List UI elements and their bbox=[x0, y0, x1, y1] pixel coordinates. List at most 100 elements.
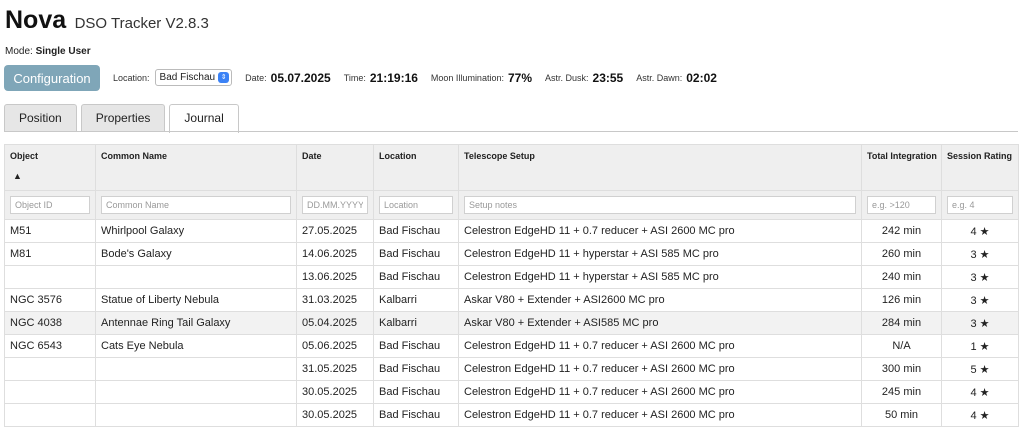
cell-common-name bbox=[95, 380, 297, 404]
cell-object bbox=[4, 380, 96, 404]
cell-object bbox=[4, 357, 96, 381]
cell-date: 30.05.2025 bbox=[296, 403, 374, 427]
app-header: Nova DSO Tracker V2.8.3 bbox=[5, 6, 209, 35]
cell-session-rating: 5 ★ bbox=[941, 357, 1019, 381]
filter-row bbox=[4, 190, 1019, 220]
table-row[interactable]: 13.06.2025 Bad Fischau Celestron EdgeHD 11… bbox=[4, 265, 1019, 289]
cell-location: Bad Fischau bbox=[373, 265, 459, 289]
table-row[interactable]: NGC 4038 Antennae Ring Tail Galaxy 05.04.2… bbox=[4, 311, 1019, 335]
table-row[interactable]: 31.05.2025 Bad Fischau Celestron EdgeHD 11… bbox=[4, 357, 1019, 381]
cell-telescope-setup: Askar V80 + Extender + ASI585 MC pro bbox=[458, 311, 862, 335]
column-header-session-rating[interactable]: Session Rating bbox=[941, 144, 1019, 191]
location-select[interactable]: Bad Fischau ⇕ bbox=[154, 69, 233, 86]
cell-session-rating: 4 ★ bbox=[941, 380, 1019, 404]
location-label: Location: bbox=[113, 72, 150, 83]
filter-rating-input[interactable] bbox=[947, 196, 1013, 214]
mode-value: Single User bbox=[35, 46, 91, 57]
dusk-label: Astr. Dusk: bbox=[545, 72, 589, 83]
cell-common-name: Whirlpool Galaxy bbox=[95, 219, 297, 243]
cell-total-integration: 50 min bbox=[861, 403, 942, 427]
tab-divider bbox=[4, 131, 1018, 132]
cell-common-name: Cats Eye Nebula bbox=[95, 334, 297, 358]
cell-common-name bbox=[95, 265, 297, 289]
time-value: 21:19:16 bbox=[369, 70, 418, 85]
cell-session-rating: 3 ★ bbox=[941, 288, 1019, 312]
column-header-location[interactable]: Location bbox=[373, 144, 459, 191]
tab-bar: Position Properties Journal bbox=[4, 104, 243, 133]
date-value: 05.07.2025 bbox=[270, 70, 331, 85]
date-group: Date: 05.07.2025 bbox=[245, 71, 331, 85]
cell-date: 31.03.2025 bbox=[296, 288, 374, 312]
dusk-group: Astr. Dusk: 23:55 bbox=[545, 71, 623, 85]
column-header-telescope-setup[interactable]: Telescope Setup bbox=[458, 144, 862, 191]
filter-common-name-input[interactable] bbox=[101, 196, 291, 214]
table-row[interactable]: 30.05.2025 Bad Fischau Celestron EdgeHD 11… bbox=[4, 403, 1019, 427]
date-label: Date: bbox=[245, 72, 267, 83]
cell-telescope-setup: Celestron EdgeHD 11 + 0.7 reducer + ASI … bbox=[458, 334, 862, 358]
filter-date-input[interactable] bbox=[302, 196, 368, 214]
moon-label: Moon Illumination: bbox=[430, 72, 504, 83]
filter-integration-input[interactable] bbox=[867, 196, 936, 214]
cell-object: NGC 4038 bbox=[4, 311, 96, 335]
cell-date: 27.05.2025 bbox=[296, 219, 374, 243]
cell-common-name: Antennae Ring Tail Galaxy bbox=[95, 311, 297, 335]
cell-object bbox=[4, 265, 96, 289]
column-header-label: Object bbox=[10, 151, 39, 161]
table-row[interactable]: 30.05.2025 Bad Fischau Celestron EdgeHD 11… bbox=[4, 380, 1019, 404]
filter-cell bbox=[861, 190, 942, 220]
tab-properties[interactable]: Properties bbox=[80, 104, 166, 132]
filter-cell bbox=[296, 190, 374, 220]
tab-journal[interactable]: Journal bbox=[169, 104, 239, 133]
cell-session-rating: 3 ★ bbox=[941, 242, 1019, 266]
tab-position[interactable]: Position bbox=[4, 104, 77, 132]
filter-setup-input[interactable] bbox=[464, 196, 856, 214]
table-row[interactable]: NGC 6543 Cats Eye Nebula 05.06.2025 Bad Fis… bbox=[4, 334, 1019, 358]
column-header-date[interactable]: Date bbox=[296, 144, 374, 191]
location-group: Location: Bad Fischau ⇕ bbox=[113, 69, 233, 86]
header-row: Object ▲ Common Name Date Location Teles… bbox=[4, 144, 1019, 191]
configuration-button[interactable]: Configuration bbox=[4, 65, 100, 91]
table-row[interactable]: M51 Whirlpool Galaxy 27.05.2025 Bad Fischau… bbox=[4, 219, 1019, 243]
filter-object-input[interactable] bbox=[10, 196, 90, 214]
cell-object: NGC 6543 bbox=[4, 334, 96, 358]
cell-common-name bbox=[95, 357, 297, 381]
cell-telescope-setup: Askar V80 + Extender + ASI2600 MC pro bbox=[458, 288, 862, 312]
cell-total-integration: 126 min bbox=[861, 288, 942, 312]
cell-date: 30.05.2025 bbox=[296, 380, 374, 404]
app-name: Nova bbox=[5, 6, 67, 34]
sort-ascending-icon[interactable]: ▲ bbox=[13, 171, 90, 181]
cell-total-integration: 245 min bbox=[861, 380, 942, 404]
cell-date: 05.06.2025 bbox=[296, 334, 374, 358]
moon-value: 77% bbox=[507, 70, 532, 85]
cell-session-rating: 3 ★ bbox=[941, 311, 1019, 335]
mode-label: Mode: bbox=[5, 46, 33, 57]
dawn-label: Astr. Dawn: bbox=[636, 72, 683, 83]
cell-location: Bad Fischau bbox=[373, 380, 459, 404]
table-body: M51 Whirlpool Galaxy 27.05.2025 Bad Fischau… bbox=[4, 219, 1019, 427]
filter-location-input[interactable] bbox=[379, 196, 453, 214]
table-row[interactable]: M81 Bode's Galaxy 14.06.2025 Bad Fischau Cel… bbox=[4, 242, 1019, 266]
cell-object: M81 bbox=[4, 242, 96, 266]
cell-location: Kalbarri bbox=[373, 288, 459, 312]
column-header-common-name[interactable]: Common Name bbox=[95, 144, 297, 191]
cell-location: Kalbarri bbox=[373, 311, 459, 335]
cell-location: Bad Fischau bbox=[373, 403, 459, 427]
column-header-total-integration[interactable]: Total Integration bbox=[861, 144, 942, 191]
column-header-object[interactable]: Object ▲ bbox=[4, 144, 96, 191]
cell-location: Bad Fischau bbox=[373, 242, 459, 266]
table-row[interactable]: NGC 3576 Statue of Liberty Nebula 31.03.20… bbox=[4, 288, 1019, 312]
cell-date: 13.06.2025 bbox=[296, 265, 374, 289]
cell-telescope-setup: Celestron EdgeHD 11 + 0.7 reducer + ASI … bbox=[458, 357, 862, 381]
cell-telescope-setup: Celestron EdgeHD 11 + 0.7 reducer + ASI … bbox=[458, 403, 862, 427]
chevron-updown-icon: ⇕ bbox=[218, 72, 230, 83]
filter-cell bbox=[941, 190, 1019, 220]
cell-date: 05.04.2025 bbox=[296, 311, 374, 335]
info-bar: Location: Bad Fischau ⇕ Date: 05.07.2025… bbox=[113, 69, 730, 86]
cell-common-name: Bode's Galaxy bbox=[95, 242, 297, 266]
cell-total-integration: 240 min bbox=[861, 265, 942, 289]
cell-total-integration: 260 min bbox=[861, 242, 942, 266]
cell-object bbox=[4, 403, 96, 427]
cell-common-name: Statue of Liberty Nebula bbox=[95, 288, 297, 312]
time-group: Time: 21:19:16 bbox=[344, 71, 418, 85]
cell-object: M51 bbox=[4, 219, 96, 243]
